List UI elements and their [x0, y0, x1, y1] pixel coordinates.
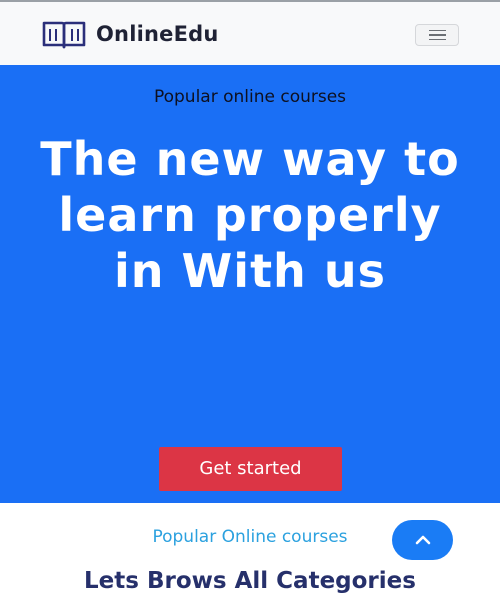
- hero-banner: Popular online courses The new way to le…: [0, 65, 500, 503]
- get-started-button[interactable]: Get started: [159, 447, 342, 491]
- chevron-up-icon: [415, 535, 430, 545]
- open-book-icon: [42, 21, 86, 49]
- brand-name: OnlineEdu: [96, 22, 219, 46]
- hamburger-menu-icon: [428, 29, 446, 32]
- hero-title: The new way to learn properly in With us: [40, 132, 460, 298]
- hamburger-menu-button[interactable]: [415, 24, 459, 46]
- scroll-to-top-button[interactable]: [392, 520, 453, 560]
- navbar: OnlineEdu: [0, 0, 500, 65]
- section-title: Lets Brows All Categories: [84, 568, 416, 594]
- hero-subtitle: Popular online courses: [153, 87, 347, 107]
- brand-link[interactable]: OnlineEdu: [42, 18, 219, 50]
